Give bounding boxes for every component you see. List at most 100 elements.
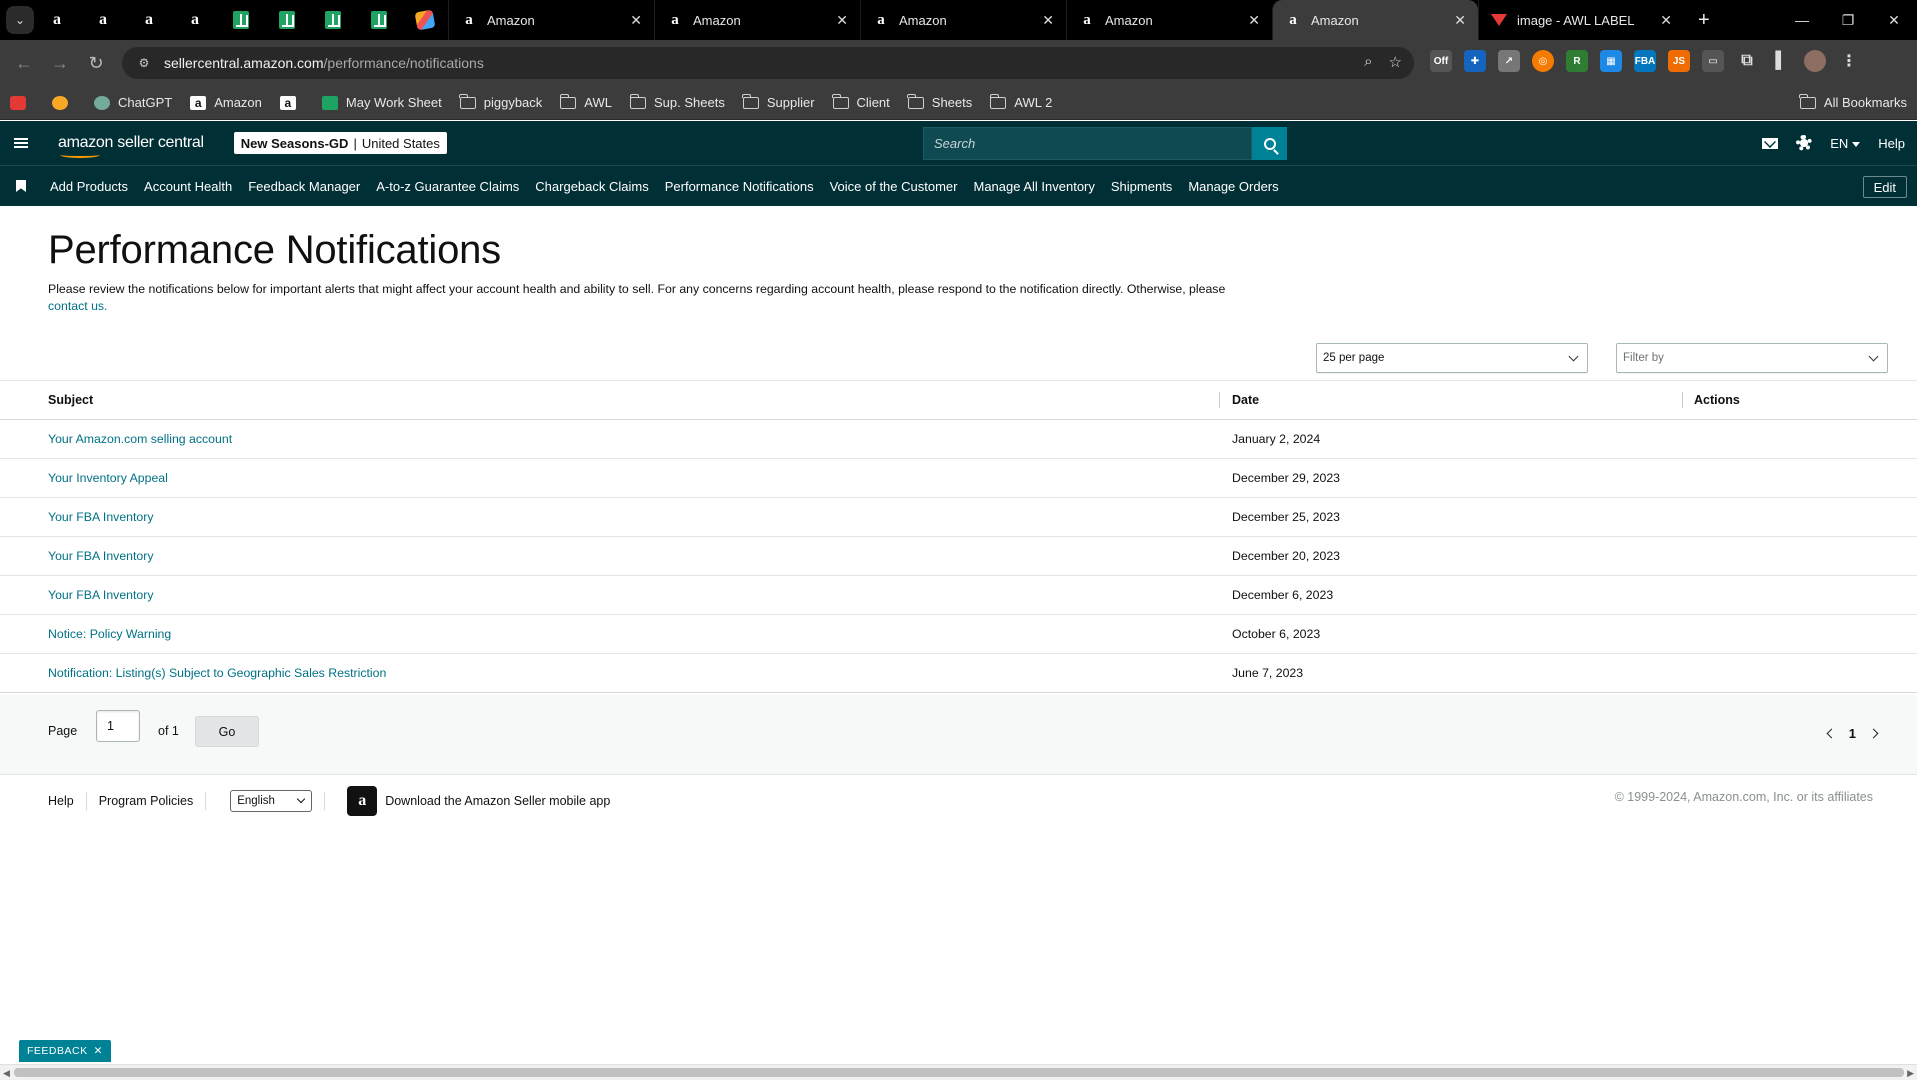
nav-item[interactable]: Shipments: [1111, 179, 1172, 194]
bookmark-icon[interactable]: [16, 180, 26, 192]
nav-item[interactable]: Account Health: [144, 179, 232, 194]
close-tab-icon[interactable]: ✕: [1660, 12, 1672, 29]
scrollbar-thumb[interactable]: [14, 1068, 1904, 1077]
bookmark-item[interactable]: piggyback: [459, 93, 542, 110]
bookmark-item[interactable]: Sheets: [907, 93, 972, 110]
close-window-icon[interactable]: ✕: [1871, 0, 1917, 40]
bookmark-star-icon[interactable]: ☆: [1389, 53, 1402, 71]
column-subject[interactable]: Subject: [48, 393, 93, 407]
feedback-button[interactable]: FEEDBACK ✕: [19, 1040, 111, 1062]
footer-language-select[interactable]: English: [230, 790, 313, 812]
bookmark-item[interactable]: Client: [832, 93, 890, 110]
go-button[interactable]: Go: [195, 716, 259, 747]
extension-puzzle-blue-icon[interactable]: ✚: [1464, 50, 1486, 72]
restore-icon[interactable]: ❐: [1825, 0, 1871, 40]
bookmark-item[interactable]: Sup. Sheets: [629, 93, 725, 110]
notification-subject-link[interactable]: Your Inventory Appeal: [48, 471, 168, 485]
chevron-right-icon[interactable]: [1868, 728, 1879, 739]
bookmark-item[interactable]: a Amazon: [190, 95, 262, 110]
browser-tab[interactable]: a Amazon ✕: [1066, 0, 1272, 40]
program-policies-link[interactable]: Program Policies: [99, 794, 193, 808]
minimize-icon[interactable]: —: [1779, 0, 1825, 40]
bookmark-item[interactable]: AWL 2: [989, 93, 1052, 110]
nav-item[interactable]: Performance Notifications: [665, 179, 814, 194]
nav-item[interactable]: Voice of the Customer: [830, 179, 958, 194]
current-page[interactable]: 1: [1849, 726, 1856, 741]
page-number-input[interactable]: [96, 710, 140, 742]
horizontal-scrollbar[interactable]: ◀ ▶: [0, 1064, 1917, 1080]
download-app-link[interactable]: Download the Amazon Seller mobile app: [385, 794, 610, 808]
filter-select[interactable]: Filter by: [1616, 343, 1888, 373]
extension-orange-circle-icon[interactable]: ◎: [1532, 50, 1554, 72]
bookmark-item[interactable]: Supplier: [742, 93, 815, 110]
browser-menu-icon[interactable]: ⋮: [1838, 50, 1860, 72]
column-date[interactable]: Date: [1232, 393, 1259, 407]
browser-tab[interactable]: a Amazon ✕: [1272, 0, 1478, 40]
extension-calculator-icon[interactable]: ▦: [1600, 50, 1622, 72]
seller-central-logo[interactable]: amazon seller central: [58, 134, 204, 158]
side-panel-icon[interactable]: ▌: [1770, 50, 1792, 72]
bookmark-item[interactable]: ChatGPT: [94, 95, 172, 110]
bee-bookmark[interactable]: [52, 95, 76, 110]
notification-subject-link[interactable]: Your FBA Inventory: [48, 549, 154, 563]
close-icon[interactable]: ✕: [94, 1045, 103, 1057]
profile-avatar[interactable]: [1804, 50, 1826, 72]
help-link[interactable]: Help: [1878, 136, 1905, 151]
pinned-tab[interactable]: [402, 0, 448, 40]
edit-nav-button[interactable]: Edit: [1862, 176, 1907, 198]
close-tab-icon[interactable]: ✕: [836, 12, 848, 29]
scroll-right-icon[interactable]: ▶: [1907, 1068, 1914, 1079]
extension-chart-icon[interactable]: ↗: [1498, 50, 1520, 72]
browser-tab[interactable]: a Amazon ✕: [654, 0, 860, 40]
amazon-app-icon[interactable]: a: [347, 786, 378, 816]
browser-tab[interactable]: a Amazon ✕: [448, 0, 654, 40]
search-button[interactable]: [1252, 127, 1287, 160]
settings-gear-icon[interactable]: [1796, 135, 1813, 151]
notification-subject-link[interactable]: Notification: Listing(s) Subject to Geog…: [48, 666, 386, 680]
notification-subject-link[interactable]: Your FBA Inventory: [48, 510, 154, 524]
pinned-tab[interactable]: a: [126, 0, 172, 40]
new-tab-button[interactable]: +: [1698, 9, 1710, 32]
extension-js-icon[interactable]: JS: [1668, 50, 1690, 72]
account-switcher[interactable]: New Seasons-GD | United States: [233, 132, 447, 154]
chevron-left-icon[interactable]: [1826, 728, 1837, 739]
bookmark-item[interactable]: AWL: [559, 93, 612, 110]
nav-item[interactable]: Chargeback Claims: [535, 179, 648, 194]
extension-off-icon[interactable]: Off: [1430, 50, 1452, 72]
tab-search-button[interactable]: ⌄: [6, 6, 34, 34]
nav-item[interactable]: Manage Orders: [1188, 179, 1278, 194]
pinned-tab[interactable]: a: [34, 0, 80, 40]
pinned-tab[interactable]: a: [172, 0, 218, 40]
bookmark-item[interactable]: a: [279, 95, 304, 110]
forward-button[interactable]: →: [42, 45, 78, 81]
search-input[interactable]: [923, 127, 1252, 160]
bookmark-item[interactable]: May Work Sheet: [321, 95, 442, 110]
per-page-select[interactable]: 25 per page: [1316, 343, 1588, 373]
nav-item[interactable]: Add Products: [50, 179, 128, 194]
notification-subject-link[interactable]: Your Amazon.com selling account: [48, 432, 232, 446]
address-bar[interactable]: ⚙ sellercentral.amazon.com/performance/n…: [122, 47, 1414, 79]
browser-tab[interactable]: image - AWL LABEL ✕: [1478, 0, 1684, 40]
extension-fba-icon[interactable]: FBA: [1634, 50, 1656, 72]
zoom-icon[interactable]: ⌕: [1364, 53, 1372, 71]
nav-item[interactable]: Manage All Inventory: [973, 179, 1094, 194]
nav-item[interactable]: A-to-z Guarantee Claims: [376, 179, 519, 194]
close-tab-icon[interactable]: ✕: [1042, 12, 1054, 29]
browser-tab[interactable]: a Amazon ✕: [860, 0, 1066, 40]
notification-subject-link[interactable]: Notice: Policy Warning: [48, 627, 171, 641]
scroll-left-icon[interactable]: ◀: [3, 1068, 10, 1079]
notification-subject-link[interactable]: Your FBA Inventory: [48, 588, 154, 602]
pinned-tab[interactable]: [356, 0, 402, 40]
contact-us-link[interactable]: contact us.: [48, 299, 107, 313]
close-tab-icon[interactable]: ✕: [1248, 12, 1260, 29]
extension-box-icon[interactable]: ▭: [1702, 50, 1724, 72]
all-bookmarks[interactable]: All Bookmarks: [1799, 93, 1907, 110]
footer-help-link[interactable]: Help: [48, 794, 74, 808]
nav-item[interactable]: Feedback Manager: [248, 179, 360, 194]
extension-rs-icon[interactable]: R: [1566, 50, 1588, 72]
mail-icon[interactable]: [1762, 137, 1779, 149]
back-button[interactable]: ←: [6, 45, 42, 81]
pinned-tab[interactable]: [264, 0, 310, 40]
reload-button[interactable]: ↻: [78, 45, 114, 81]
youtube-bookmark[interactable]: [10, 95, 34, 110]
